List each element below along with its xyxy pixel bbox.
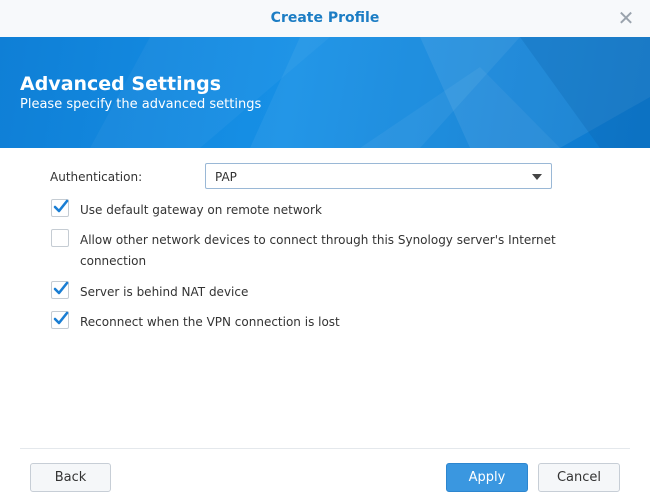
banner-title: Advanced Settings <box>20 73 222 95</box>
footer-divider <box>20 448 630 449</box>
checkmark-icon <box>53 311 69 325</box>
authentication-label: Authentication: <box>50 170 143 184</box>
checkmark-icon <box>53 199 69 213</box>
chevron-down-icon[interactable] <box>532 174 542 180</box>
header-banner: Advanced Settings Please specify the adv… <box>0 37 650 148</box>
dialog-title: Create Profile <box>270 10 380 26</box>
option-label: Use default gateway on remote network <box>80 203 322 217</box>
option-label: Reconnect when the VPN connection is los… <box>80 315 340 329</box>
back-button[interactable]: Back <box>30 463 111 492</box>
close-icon[interactable]: ✕ <box>616 8 636 28</box>
cancel-button[interactable]: Cancel <box>538 463 620 492</box>
banner-subtitle: Please specify the advanced settings <box>20 97 262 112</box>
option-label: Server is behind NAT device <box>80 285 249 299</box>
authentication-select[interactable]: PAP <box>205 163 552 189</box>
checkbox-allow-other-devices[interactable] <box>51 229 69 247</box>
checkbox-behind-nat[interactable] <box>51 281 69 299</box>
option-label: Allow other network devices to connect t… <box>80 233 556 268</box>
checkmark-icon <box>53 281 69 295</box>
apply-button[interactable]: Apply <box>446 463 528 492</box>
checkbox-reconnect[interactable] <box>51 311 69 329</box>
dialog-titlebar: Create Profile ✕ <box>0 0 650 38</box>
authentication-value: PAP <box>215 170 237 184</box>
checkbox-default-gateway[interactable] <box>51 199 69 217</box>
